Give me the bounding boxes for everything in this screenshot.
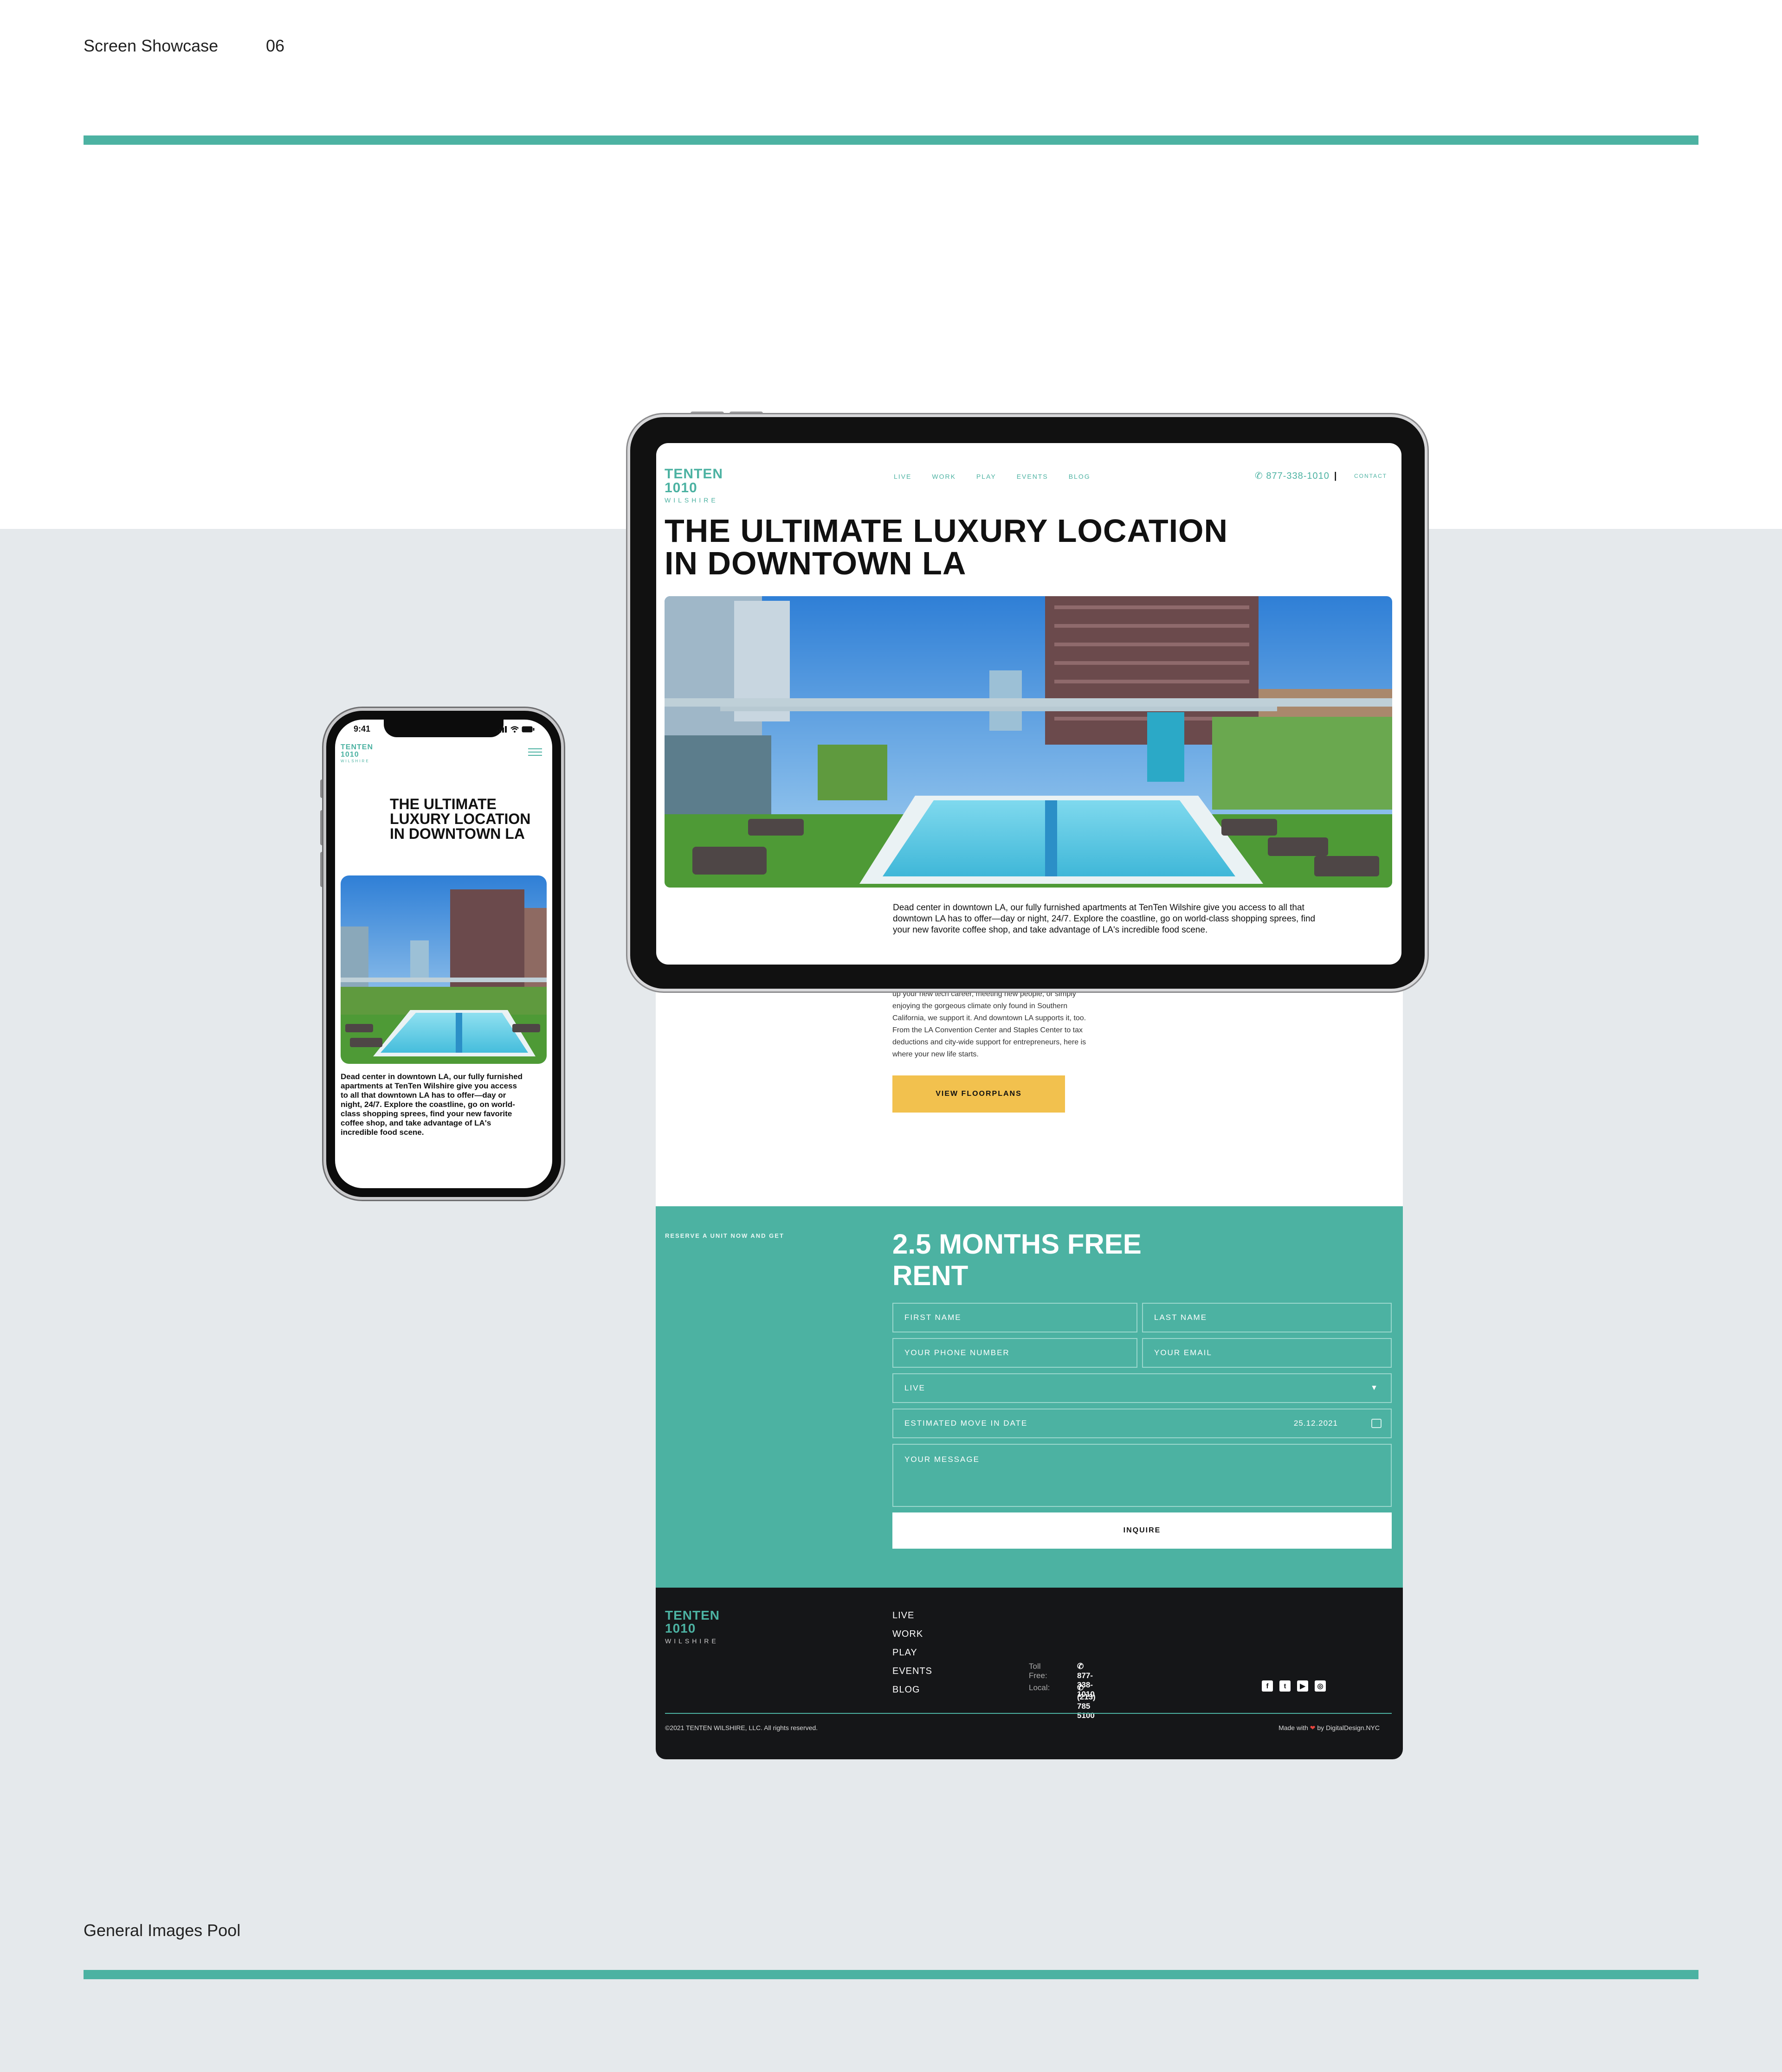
chevron-down-icon: ▼ <box>1370 1384 1379 1392</box>
tablet-screen: TENTEN 1010 WILSHIRE LIVE WORK PLAY EVEN… <box>656 443 1401 965</box>
reserve-label: RESERVE A UNIT NOW AND GET <box>665 1232 784 1239</box>
footer-nav: LIVE WORK PLAY EVENTS BLOG <box>892 1606 932 1699</box>
top-divider <box>84 135 1698 145</box>
footer-logo-sub: WILSHIRE <box>665 1637 719 1645</box>
mobile-logo[interactable]: TENTEN 1010 WILSHIRE <box>341 744 373 763</box>
phone-field[interactable]: YOUR PHONE NUMBER <box>892 1338 1137 1368</box>
signal-icon <box>497 726 507 733</box>
footer-nav-events[interactable]: EVENTS <box>892 1662 932 1680</box>
move-in-date-field[interactable]: ESTIMATED MOVE IN DATE 25.12.2021 <box>892 1409 1392 1438</box>
inquiry-form-section: RESERVE A UNIT NOW AND GET 2.5 MONTHS FR… <box>656 1206 1403 1588</box>
phone-icon: ✆ <box>1077 1683 1084 1692</box>
separator: | <box>1334 471 1337 481</box>
twitter-icon[interactable]: t <box>1279 1680 1291 1692</box>
slide-header-label: Screen Showcase <box>84 36 219 55</box>
logo-sub: WILSHIRE <box>665 496 718 504</box>
hero-title: THE ULTIMATE LUXURY LOCATION IN DOWNTOWN… <box>665 513 1228 581</box>
local-number[interactable]: ✆ (213) 785 5100 <box>1077 1683 1096 1720</box>
last-name-placeholder: LAST NAME <box>1154 1313 1207 1322</box>
instagram-icon[interactable]: ◎ <box>1315 1680 1326 1692</box>
main-nav: LIVE WORK PLAY EVENTS BLOG <box>894 473 1091 480</box>
made-with-suffix: by DigitalDesign.NYC <box>1317 1724 1380 1731</box>
phone-placeholder: YOUR PHONE NUMBER <box>904 1348 1010 1357</box>
hero-image <box>665 596 1392 888</box>
facebook-icon[interactable]: f <box>1262 1680 1273 1692</box>
footer-nav-blog[interactable]: BLOG <box>892 1680 932 1699</box>
body-text-continued: up your new tech career, meeting new peo… <box>892 990 1086 1058</box>
mobile-hero-title: THE ULTIMATE LUXURY LOCATION IN DOWNTOWN… <box>390 796 531 842</box>
heart-icon: ❤ <box>1310 1724 1316 1731</box>
status-time: 9:41 <box>354 724 371 734</box>
move-in-date-value: 25.12.2021 <box>1293 1419 1338 1428</box>
status-icons <box>497 726 535 733</box>
nav-live[interactable]: LIVE <box>894 473 911 480</box>
message-placeholder: YOUR MESSAGE <box>904 1455 980 1464</box>
interest-select[interactable]: LIVE ▼ <box>892 1373 1392 1403</box>
toll-free-label: Toll Free: <box>1029 1662 1047 1680</box>
interest-select-value: LIVE <box>904 1383 925 1392</box>
email-placeholder: YOUR EMAIL <box>1154 1348 1212 1357</box>
site-footer: TENTEN 1010 WILSHIRE LIVE WORK PLAY EVEN… <box>656 1588 1403 1759</box>
phone-screen: 9:41 TENTEN 1010 WILSHIRE THE ULTIMATE L… <box>335 720 552 1188</box>
slide-footer-label: General Images Pool <box>84 1921 241 1940</box>
copyright: ©2021 TENTEN WILSHIRE, LLC. All rights r… <box>665 1724 818 1731</box>
footer-nav-play[interactable]: PLAY <box>892 1643 932 1662</box>
nav-work[interactable]: WORK <box>932 473 956 480</box>
view-floorplans-button[interactable]: VIEW FLOORPLANS <box>892 1075 1065 1113</box>
hamburger-menu-icon[interactable] <box>528 748 542 758</box>
nav-events[interactable]: EVENTS <box>1017 473 1048 480</box>
mobile-intro-text: Dead center in downtown LA, our fully fu… <box>341 1072 523 1137</box>
phone-icon: ✆ <box>1255 471 1266 481</box>
mobile-logo-number: 1010 <box>341 751 359 759</box>
first-name-placeholder: FIRST NAME <box>904 1313 962 1322</box>
footer-logo-number: 1010 <box>665 1621 696 1635</box>
bottom-divider <box>84 1970 1698 1979</box>
local-value: (213) 785 5100 <box>1077 1692 1096 1720</box>
nav-play[interactable]: PLAY <box>976 473 996 480</box>
phone-notch <box>384 720 504 737</box>
message-field[interactable]: YOUR MESSAGE <box>892 1444 1392 1507</box>
wifi-icon <box>510 726 519 733</box>
footer-logo[interactable]: TENTEN 1010 WILSHIRE <box>665 1608 720 1645</box>
youtube-icon[interactable]: ▶ <box>1297 1680 1308 1692</box>
first-name-field[interactable]: FIRST NAME <box>892 1303 1137 1332</box>
offer-title: 2.5 MONTHS FREE RENT <box>892 1229 1142 1291</box>
last-name-field[interactable]: LAST NAME <box>1142 1303 1392 1332</box>
phone-icon: ✆ <box>1077 1662 1084 1671</box>
move-in-date-label: ESTIMATED MOVE IN DATE <box>904 1419 1028 1428</box>
footer-logo-word: TENTEN <box>665 1608 720 1622</box>
desktop-page-continuation: up your new tech career, meeting new peo… <box>656 974 1403 1759</box>
local-label: Local: <box>1029 1683 1050 1692</box>
made-with-prefix: Made with <box>1278 1724 1308 1731</box>
logo-word: TENTEN <box>665 466 723 482</box>
footer-nav-live[interactable]: LIVE <box>892 1606 932 1625</box>
slide-header-number: 06 <box>266 36 285 55</box>
social-links: f t ▶ ◎ <box>1262 1680 1326 1692</box>
calendar-icon[interactable] <box>1371 1419 1382 1428</box>
site-logo[interactable]: TENTEN 1010 WILSHIRE <box>665 466 723 504</box>
header-phone-number: 877-338-1010 <box>1266 471 1330 481</box>
mobile-hero-image <box>341 875 547 1064</box>
mobile-logo-sub: WILSHIRE <box>341 759 370 763</box>
footer-divider <box>665 1713 1392 1714</box>
nav-blog[interactable]: BLOG <box>1069 473 1091 480</box>
email-field[interactable]: YOUR EMAIL <box>1142 1338 1392 1368</box>
inquire-button[interactable]: INQUIRE <box>892 1512 1392 1549</box>
made-with-credit[interactable]: Made with ❤ by DigitalDesign.NYC <box>1278 1724 1380 1732</box>
contact-link[interactable]: CONTACT <box>1354 473 1387 479</box>
footer-nav-work[interactable]: WORK <box>892 1625 932 1643</box>
mobile-logo-word: TENTEN <box>341 743 373 751</box>
battery-icon <box>522 726 535 733</box>
intro-text: Dead center in downtown LA, our fully fu… <box>893 903 1316 935</box>
logo-number: 1010 <box>665 480 697 495</box>
header-phone[interactable]: ✆ 877-338-1010 | <box>1255 470 1342 482</box>
